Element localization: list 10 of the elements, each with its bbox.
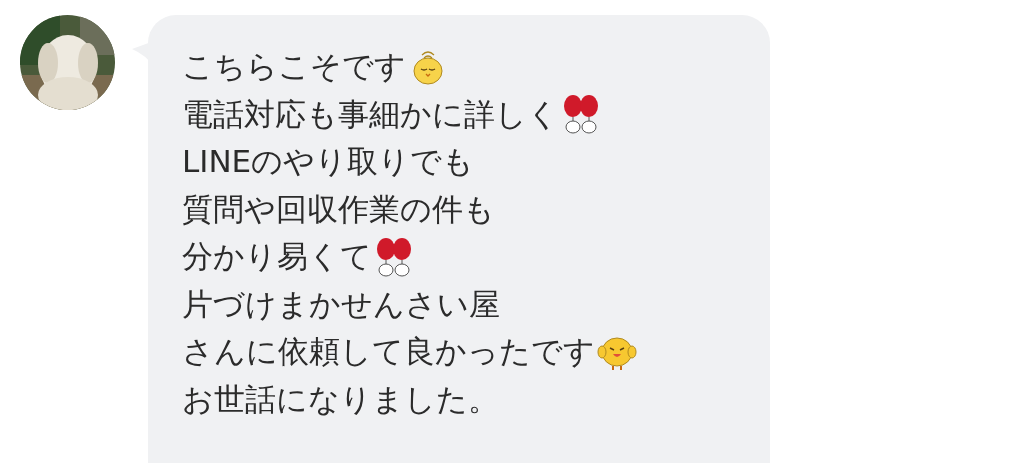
message-text: 片づけまかせんさい屋 — [182, 284, 500, 324]
message-text: お世話になりました。 — [182, 379, 499, 419]
balloons-icon — [561, 94, 601, 135]
message-text: さんに依頼して良かったです — [182, 332, 595, 371]
message-text: 電話対応も事細かに詳しく — [182, 94, 559, 134]
message-text: 質問や回収作業の件も — [182, 189, 495, 229]
message-text: こちらこそです — [182, 47, 406, 86]
message-text: LINEのやり取りでも — [182, 142, 475, 181]
balloons-icon — [374, 236, 414, 277]
message-text: 分かり易くて — [182, 237, 372, 276]
